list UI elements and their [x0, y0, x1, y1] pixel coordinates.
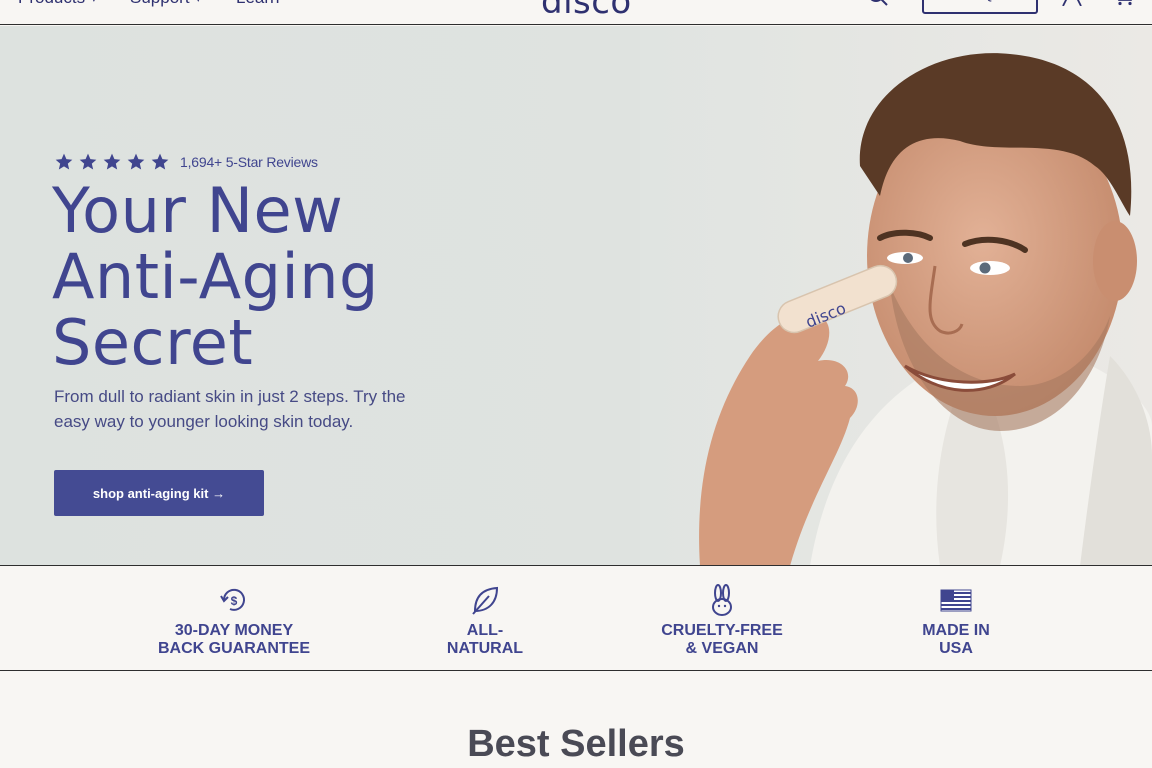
nav-learn[interactable]: Learn: [236, 0, 279, 8]
review-rating[interactable]: 1,694+ 5-Star Reviews: [54, 152, 318, 172]
star-icon: [55, 153, 73, 170]
benefit-cruelty-free: CRUELTY-FREE & VEGAN: [622, 566, 822, 671]
star-icon: [127, 153, 145, 170]
benefit-made-in-usa: MADE IN USA: [856, 566, 1056, 671]
star-icon: [79, 153, 97, 170]
svg-text:$: $: [231, 594, 238, 608]
benefit-label: ALL- NATURAL: [446, 622, 524, 657]
rating-text: 1,694+ 5-Star Reviews: [180, 154, 318, 170]
benefit-money-back: $ 30-DAY MONEY BACK GUARANTEE: [134, 566, 334, 671]
top-nav: Products ▾ Support ▾ Learn disco Take Qu…: [0, 0, 1152, 25]
cart-icon[interactable]: [1110, 0, 1136, 6]
nav-learn-label: Learn: [236, 0, 279, 8]
brand-logo[interactable]: disco: [541, 0, 632, 22]
hero-model-image: disco: [640, 26, 1152, 565]
us-flag-icon: [940, 589, 972, 612]
nav-support-label: Support: [130, 0, 190, 8]
benefit-label: MADE IN USA: [922, 622, 990, 657]
account-icon[interactable]: [1060, 0, 1084, 6]
star-icon: [103, 153, 121, 170]
nav-products[interactable]: Products ▾: [18, 0, 97, 8]
money-back-icon: $: [220, 588, 245, 611]
benefit-label: 30-DAY MONEY BACK GUARANTEE: [158, 622, 310, 657]
hero-title: Your New Anti-Aging Secret: [52, 178, 472, 376]
chevron-down-icon: ▾: [196, 0, 202, 5]
benefits-strip: $ 30-DAY MONEY BACK GUARANTEE ALL- NATUR…: [0, 566, 1152, 671]
hero-title-line: Your New: [52, 174, 344, 247]
shop-anti-aging-kit-button[interactable]: shop anti-aging kit →: [54, 470, 264, 516]
leaf-icon: [472, 586, 499, 615]
take-quiz-button[interactable]: Take Quiz: [922, 0, 1038, 14]
nav-products-label: Products: [18, 0, 85, 8]
hero-subtitle: From dull to radiant skin in just 2 step…: [54, 387, 406, 431]
nav-support[interactable]: Support ▾: [130, 0, 201, 8]
best-sellers-section: Best Sellers: [0, 671, 1152, 768]
star-icon: [151, 153, 169, 170]
hero-section: 1,694+ 5-Star Reviews Your New Anti-Agin…: [0, 26, 1152, 566]
benefit-all-natural: ALL- NATURAL: [385, 566, 585, 671]
bunny-icon: [712, 584, 732, 616]
hero-title-line: Secret: [52, 306, 254, 379]
chevron-down-icon: ▾: [91, 0, 97, 5]
search-icon[interactable]: [866, 0, 890, 8]
best-sellers-title: Best Sellers: [467, 723, 685, 765]
star-rating: [54, 152, 170, 172]
hero-title-line: Anti-Aging: [52, 240, 379, 313]
benefit-label: CRUELTY-FREE & VEGAN: [661, 622, 783, 657]
